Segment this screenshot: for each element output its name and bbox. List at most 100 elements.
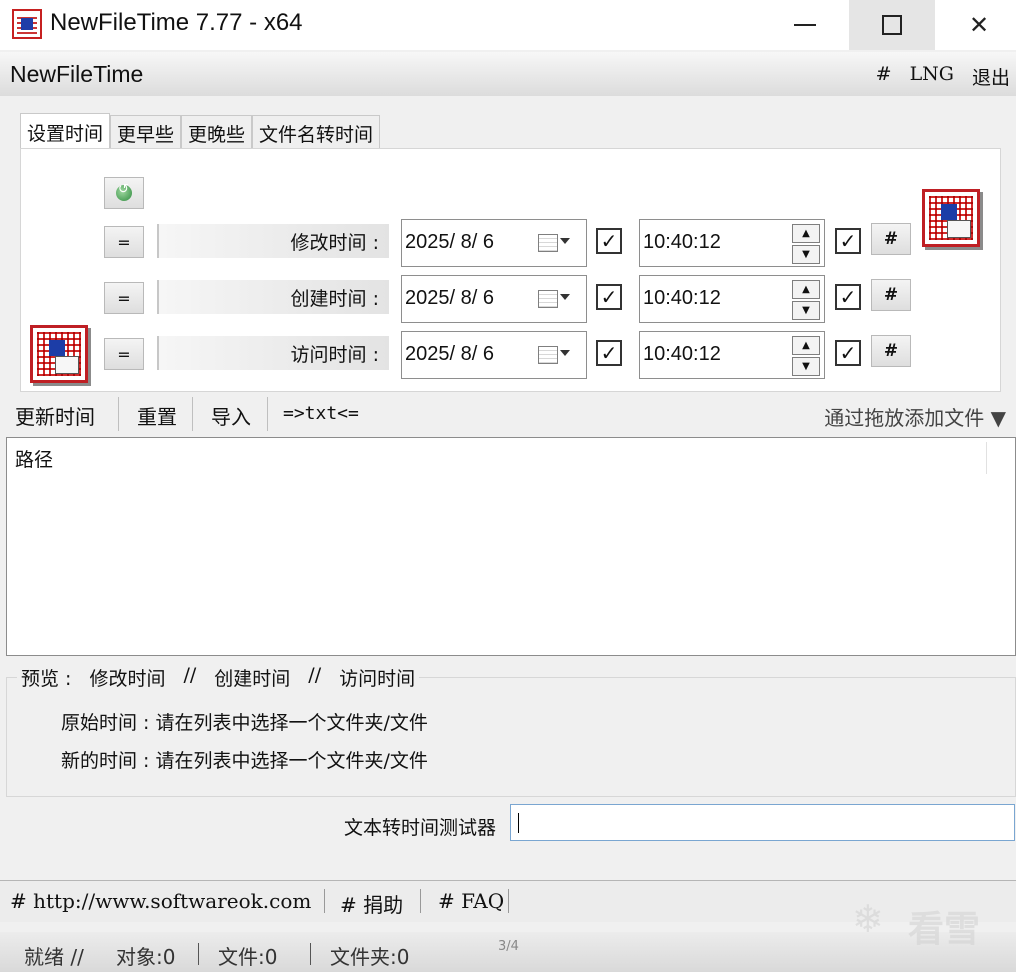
- calendar-icon[interactable]: [538, 234, 558, 252]
- spin-down-icon[interactable]: ▼: [792, 245, 820, 264]
- menu-items: # LNG 退出: [876, 63, 1010, 90]
- access-time-picker[interactable]: 10:40:12 ▲ ▼: [639, 331, 825, 379]
- preview-group: 预览 : 修改时间 // 创建时间 // 访问时间 原始时间 : 请在列表中选择…: [6, 664, 1016, 797]
- close-button[interactable]: ✕: [936, 0, 1016, 50]
- path-column-header[interactable]: 路径: [15, 445, 53, 472]
- toolbar-divider: [192, 397, 193, 431]
- status-divider: [198, 943, 199, 965]
- preview-access: 访问时间: [339, 668, 416, 690]
- create-date-picker[interactable]: 2025/ 8/ 6: [401, 275, 587, 323]
- chevron-down-icon[interactable]: [560, 238, 570, 244]
- reset-button[interactable]: 重置: [137, 401, 177, 430]
- preview-legend: 预览 : 修改时间 // 创建时间 // 访问时间: [17, 664, 420, 691]
- refresh-button[interactable]: [104, 177, 144, 209]
- title-bar: NewFileTime 7.77 - x64 ✕: [0, 0, 1016, 50]
- modify-date-picker[interactable]: 2025/ 8/ 6: [401, 219, 587, 267]
- new-time-text: 新的时间 : 请在列表中选择一个文件夹/文件: [61, 750, 428, 772]
- time-spinner[interactable]: ▲ ▼: [792, 336, 820, 376]
- window-title: NewFileTime 7.77 - x64: [50, 9, 303, 36]
- modify-date-checkbox[interactable]: ✓: [596, 228, 622, 254]
- app-icon: [12, 9, 42, 39]
- refresh-icon: [116, 182, 132, 201]
- time-spinner[interactable]: ▲ ▼: [792, 280, 820, 320]
- modify-equals-button[interactable]: =: [104, 226, 144, 258]
- text-caret: [518, 813, 519, 833]
- menu-bar: NewFileTime # LNG 退出: [0, 52, 1016, 96]
- access-time-value: 10:40:12: [643, 343, 721, 365]
- menu-exit[interactable]: 退出: [972, 63, 1010, 90]
- donate-link[interactable]: # 捐助: [340, 889, 403, 918]
- status-ready: 就绪 //: [24, 945, 84, 969]
- spin-down-icon[interactable]: ▼: [792, 357, 820, 376]
- export-txt-button[interactable]: =>txt<=: [283, 403, 359, 424]
- import-button[interactable]: 导入: [211, 401, 251, 430]
- modify-time-checkbox[interactable]: ✓: [835, 228, 861, 254]
- create-time-label: 创建时间 :: [157, 280, 389, 314]
- watermark-text: 看雪: [908, 909, 981, 950]
- toolbar-divider: [118, 397, 119, 431]
- access-hash-button[interactable]: #: [871, 335, 911, 367]
- text-to-time-tester-label: 文本转时间测试器: [344, 817, 497, 839]
- update-time-button[interactable]: 更新时间: [15, 401, 95, 430]
- tab-filename-to-time[interactable]: 文件名转时间: [252, 115, 381, 148]
- preview-modify: 修改时间: [89, 668, 166, 690]
- text-to-time-input[interactable]: [510, 804, 1015, 841]
- action-toolbar: 更新时间 重置 导入 =>txt<= 通过拖放添加文件 ▼: [0, 395, 1016, 435]
- menu-language[interactable]: LNG: [910, 63, 954, 90]
- modify-time-picker[interactable]: 10:40:12 ▲ ▼: [639, 219, 825, 267]
- create-time-checkbox[interactable]: ✓: [835, 284, 861, 310]
- create-date-checkbox[interactable]: ✓: [596, 284, 622, 310]
- original-time-text: 原始时间 : 请在列表中选择一个文件夹/文件: [61, 712, 428, 734]
- minimize-button[interactable]: [762, 0, 848, 50]
- preview-label: 预览 :: [21, 668, 72, 690]
- set-time-panel: = 修改时间 : 2025/ 8/ 6 ✓ 10:40:12 ▲▼ ✓ # = …: [20, 148, 1001, 392]
- file-list[interactable]: 路径: [6, 437, 1016, 656]
- spin-up-icon[interactable]: ▲: [792, 224, 820, 243]
- modify-time-value: 10:40:12: [643, 231, 721, 253]
- spin-up-icon[interactable]: ▲: [792, 336, 820, 355]
- access-date-picker[interactable]: 2025/ 8/ 6: [401, 331, 587, 379]
- chevron-down-icon[interactable]: [560, 294, 570, 300]
- tab-set-time[interactable]: 设置时间: [20, 113, 111, 148]
- app-window: NewFileTime 7.77 - x64 ✕ NewFileTime # L…: [0, 0, 1016, 972]
- calendar-icon[interactable]: [538, 290, 558, 308]
- calendar-icon[interactable]: [538, 346, 558, 364]
- create-date-value: 2025/ 8/ 6: [405, 287, 494, 309]
- snowflake-icon: ❄: [852, 897, 884, 941]
- status-objects: 对象:0: [116, 945, 176, 969]
- access-time-label: 访问时间 :: [157, 336, 389, 370]
- maximize-icon: [882, 15, 902, 35]
- column-divider: [986, 442, 987, 474]
- create-equals-button[interactable]: =: [104, 282, 144, 314]
- access-time-checkbox[interactable]: ✓: [835, 340, 861, 366]
- access-date-value: 2025/ 8/ 6: [405, 343, 494, 365]
- minimize-icon: [794, 24, 816, 26]
- maximize-button[interactable]: [849, 0, 935, 50]
- tab-later[interactable]: 更晚些: [181, 115, 253, 148]
- spin-down-icon[interactable]: ▼: [792, 301, 820, 320]
- create-hash-button[interactable]: #: [871, 279, 911, 311]
- page-indicator: 3/4: [498, 939, 519, 954]
- tab-strip: 设置时间 更早些 更晚些 文件名转时间: [20, 113, 381, 148]
- tab-earlier[interactable]: 更早些: [110, 115, 182, 148]
- add-files-dropdown[interactable]: 通过拖放添加文件 ▼: [824, 402, 1006, 431]
- modify-hash-button[interactable]: #: [871, 223, 911, 255]
- drop-target-icon[interactable]: [30, 325, 88, 383]
- modify-time-label: 修改时间 :: [157, 224, 389, 258]
- access-equals-button[interactable]: =: [104, 338, 144, 370]
- watermark: ❄ 看雪: [852, 893, 1002, 951]
- access-date-checkbox[interactable]: ✓: [596, 340, 622, 366]
- create-time-picker[interactable]: 10:40:12 ▲ ▼: [639, 275, 825, 323]
- faq-link[interactable]: # FAQ: [438, 889, 504, 913]
- create-time-value: 10:40:12: [643, 287, 721, 309]
- close-icon: ✕: [968, 11, 990, 39]
- spin-up-icon[interactable]: ▲: [792, 280, 820, 299]
- link-divider: [508, 889, 509, 913]
- chevron-down-icon[interactable]: [560, 350, 570, 356]
- app-logo-icon: [922, 189, 980, 247]
- link-divider: [420, 889, 421, 913]
- menu-hash[interactable]: #: [876, 63, 892, 90]
- website-link[interactable]: # http://www.softwareok.com: [10, 889, 311, 913]
- modify-date-value: 2025/ 8/ 6: [405, 231, 494, 253]
- time-spinner[interactable]: ▲ ▼: [792, 224, 820, 264]
